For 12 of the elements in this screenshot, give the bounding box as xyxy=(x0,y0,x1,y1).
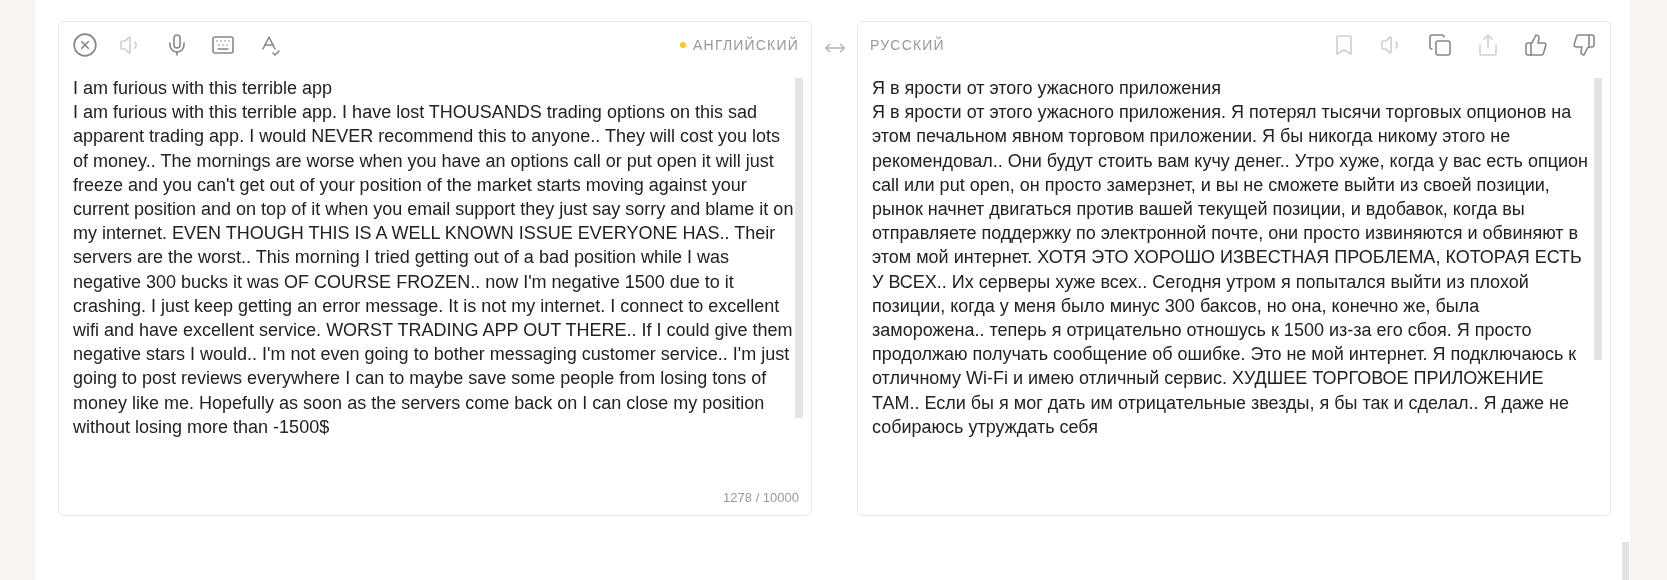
target-language[interactable]: РУССКИЙ xyxy=(870,37,945,53)
page-scrollbar[interactable] xyxy=(1622,542,1629,580)
scrollbar[interactable] xyxy=(1594,78,1602,360)
source-language[interactable]: АНГЛИЙСКИЙ xyxy=(693,37,799,53)
character-counter: 1278 / 10000 xyxy=(723,490,799,505)
thumbs-up-icon[interactable] xyxy=(1522,31,1550,59)
translation-text: Я в ярости от этого ужасного приложения Я в ярости от этого ужасного приложения. Я потерял тысячи торговых опционов на этом печальном явном торговом приложении. Я бы никогда никому этого не рекомендовал.. Они будут стоить вам кучу денег.. Утро хуже, когда у вас есть опцион call или put open, он просто замерзнет, и вы не сможете выйти из своей позиции, рынок начнет двигаться против вашей текущей позиции, и вдобавок, когда вы отправляете поддержку по электронной почте, они просто извиняются и обвиняют в этом мой интернет. ХОТЯ ЭТО ХОРОШО ИЗВЕСТНАЯ ПРОБЛЕМА, КОТОРАЯ ЕСТЬ У ВСЕХ.. Их серверы хуже всех.. Сегодня утром я попытался выйти из плохой позиции, когда у меня было минус 300 баксов, но она, конечно же, была заморожена.. теперь я отрицательно отношусь к 1500 из-за его сбоя. Я просто продолжаю получать сообщение об ошибке. Это не мой интернет. Я подключаюсь к отличному Wi-Fi и имею отличный сервис. ХУДШЕЕ ТОРГОВОЕ ПРИЛОЖЕНИЕ ТАМ.. Если бы я мог дать им отрицательные звезды, я бы так и сделал.. Я даже не собираюсь утруждать себя xyxy=(872,77,1590,439)
source-text[interactable]: I am furious with this terrible app I am furious with this terrible app. I have lost THOUSANDS trading options on this sad apparent trading app. I would NEVER recommend this to anyone.. They will cost you lots of money.. The mornings are worse when you have an options call or put open it will just freeze and you can't get out of your position of the market starts moving against your current position and on top of it when you email support they just say sorry and blame it on my internet. EVEN THOUGH THIS IS A WELL KNOWN ISSUE EVERYONE HAS.. Their servers are the worst.. This morning I tried getting out of a bad position while I was negative 300 bucks it was OF COURSE FROZEN.. now I'm negative 1500 due to it crashing. I just keep getting an error message. It is not my internet. I connect to excellent wifi and have excellent service. WORST TRADING APP OUT THERE.. If I could give them negative stars I would.. I'm not even going to bother messaging customer service.. I'm just going to post reviews everywhere I can to maybe save some people from losing tons of money like me. Hopefully as soon as the servers come back on I can close my position without losing more than -1500$ xyxy=(73,76,795,490)
scrollbar[interactable] xyxy=(795,78,803,418)
copy-icon[interactable] xyxy=(1426,31,1454,59)
thumbs-down-icon[interactable] xyxy=(1570,31,1598,59)
clear-icon[interactable] xyxy=(71,31,99,59)
